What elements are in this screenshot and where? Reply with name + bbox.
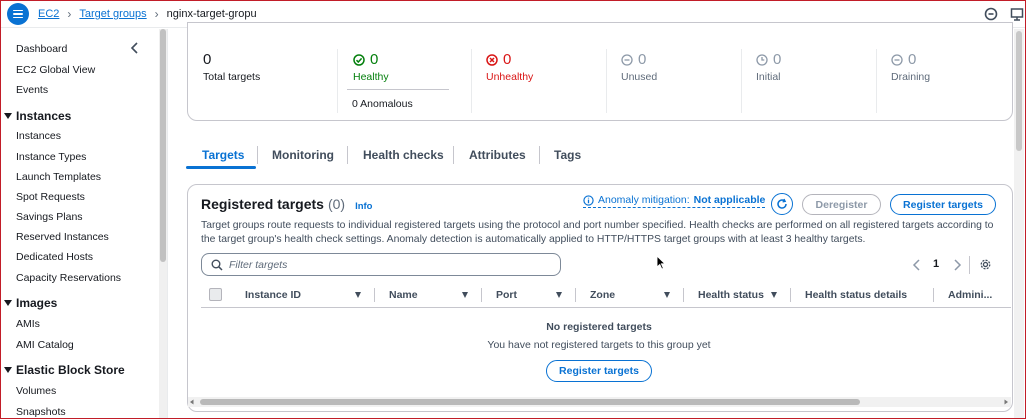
sidebar-item-spot-requests[interactable]: Spot Requests — [16, 191, 85, 203]
chevron-right-icon: › — [67, 7, 72, 21]
sidebar: Dashboard EC2 Global View Events Instanc… — [0, 29, 168, 419]
sidebar-scrollbar[interactable] — [159, 29, 167, 419]
sidebar-item-volumes[interactable]: Volumes — [16, 385, 56, 397]
sidebar-item-dedicated-hosts[interactable]: Dedicated Hosts — [16, 251, 93, 263]
menu-icon[interactable] — [7, 3, 29, 25]
sidebar-item-ami-catalog[interactable]: AMI Catalog — [16, 339, 74, 351]
sidebar-item-launch-templates[interactable]: Launch Templates — [16, 171, 101, 183]
check-circle-icon — [353, 53, 365, 66]
split-panel-icon[interactable] — [1010, 7, 1024, 21]
metric-unhealthy: 0 Unhealthy — [486, 51, 534, 83]
chevron-right-icon: › — [154, 7, 159, 21]
metric-unused: 0 Unused — [621, 51, 658, 83]
status-circle-icon[interactable] — [984, 7, 998, 21]
sort-caret-icon[interactable] — [355, 292, 361, 298]
search-icon — [211, 259, 223, 271]
empty-state-title: No registered targets — [546, 321, 652, 333]
registered-targets-description: Target groups route requests to individu… — [201, 220, 994, 245]
column-header-instance-id[interactable]: Instance ID — [245, 289, 301, 301]
main-scrollbar[interactable] — [1014, 29, 1024, 419]
minus-circle-icon — [621, 53, 633, 66]
clock-icon — [756, 53, 768, 66]
sort-caret-icon[interactable] — [556, 292, 562, 298]
section-title: Registered targets — [201, 196, 324, 212]
error-circle-icon — [486, 53, 498, 66]
pagination-prev-icon[interactable] — [912, 259, 922, 271]
target-summary-card: 0 Total targets 0 Healthy 0 Anomalous 0 … — [187, 22, 1013, 121]
chevron-left-icon[interactable] — [130, 42, 140, 54]
empty-state-register-targets-button[interactable]: Register targets — [546, 360, 652, 382]
registered-targets-header: Registered targets (0) Info — [201, 196, 372, 212]
scroll-right-icon[interactable] — [1003, 399, 1009, 405]
sidebar-item-events[interactable]: Events — [16, 84, 48, 96]
sidebar-item-global-view[interactable]: EC2 Global View — [16, 64, 95, 76]
refresh-icon — [777, 198, 787, 209]
register-targets-button[interactable]: Register targets — [890, 194, 996, 215]
sidebar-item-dashboard[interactable]: Dashboard — [16, 43, 67, 55]
breadcrumb: EC2 › Target groups › nginx-target-gropu — [38, 7, 257, 21]
caret-down-icon — [4, 113, 12, 119]
metric-initial: 0 Initial — [756, 51, 782, 83]
pagination-next-icon[interactable] — [952, 259, 962, 271]
info-link[interactable]: Info — [355, 201, 372, 212]
breadcrumb-ec2[interactable]: EC2 — [38, 8, 59, 20]
sidebar-section-instances[interactable]: Instances — [4, 109, 71, 123]
column-header-zone[interactable]: Zone — [590, 289, 615, 301]
breadcrumb-target-groups[interactable]: Target groups — [79, 8, 146, 20]
filter-targets-field[interactable] — [201, 253, 561, 276]
sort-caret-icon[interactable] — [462, 292, 468, 298]
table-scrollbar-thumb[interactable] — [200, 399, 860, 405]
pagination-current-page[interactable]: 1 — [933, 258, 939, 270]
anomaly-mitigation-link[interactable]: Anomaly mitigation: Not applicable — [583, 194, 766, 208]
sidebar-scrollbar-thumb[interactable] — [160, 29, 166, 262]
tab-targets[interactable]: Targets — [202, 148, 244, 162]
metric-healthy: 0 Healthy — [353, 51, 389, 83]
tab-tags[interactable]: Tags — [554, 148, 581, 162]
metric-draining: 0 Draining — [891, 51, 931, 83]
sidebar-item-instances[interactable]: Instances — [16, 130, 61, 142]
column-header-health-status-details[interactable]: Health status details — [805, 289, 907, 301]
info-icon — [583, 194, 594, 206]
sidebar-item-snapshots[interactable]: Snapshots — [16, 406, 66, 418]
sidebar-section-ebs[interactable]: Elastic Block Store — [4, 363, 125, 377]
gear-icon[interactable] — [979, 258, 992, 271]
mouse-cursor-icon — [656, 255, 666, 270]
column-header-administrative[interactable]: Admini... — [948, 289, 992, 301]
column-header-port[interactable]: Port — [496, 289, 517, 301]
sidebar-item-capacity-reservations[interactable]: Capacity Reservations — [16, 272, 121, 284]
caret-down-icon — [4, 300, 12, 306]
sort-caret-icon[interactable] — [664, 292, 670, 298]
sidebar-section-images[interactable]: Images — [4, 296, 57, 310]
metric-total: 0 Total targets — [203, 51, 261, 83]
scroll-left-icon[interactable] — [189, 399, 195, 405]
empty-state-description: You have not registered targets to this … — [487, 339, 711, 351]
select-all-checkbox[interactable] — [209, 288, 222, 301]
sidebar-item-instance-types[interactable]: Instance Types — [16, 151, 86, 163]
column-header-health-status[interactable]: Health status — [698, 289, 764, 301]
sidebar-item-amis[interactable]: AMIs — [16, 318, 40, 330]
main-scrollbar-thumb[interactable] — [1016, 31, 1022, 151]
caret-down-icon — [4, 367, 12, 373]
target-count: (0) — [327, 196, 346, 212]
sidebar-item-reserved-instances[interactable]: Reserved Instances — [16, 231, 109, 243]
tab-attributes[interactable]: Attributes — [469, 148, 526, 162]
column-header-name[interactable]: Name — [389, 289, 418, 301]
table-horizontal-scrollbar[interactable] — [188, 397, 1011, 407]
metric-anomalous: 0 Anomalous — [352, 98, 413, 110]
tab-health-checks[interactable]: Health checks — [363, 148, 444, 162]
breadcrumb-current: nginx-target-gropu — [166, 8, 257, 20]
refresh-button[interactable] — [771, 193, 793, 215]
filter-targets-input[interactable] — [229, 258, 529, 271]
tab-monitoring[interactable]: Monitoring — [272, 148, 334, 162]
sidebar-item-savings-plans[interactable]: Savings Plans — [16, 211, 83, 223]
deregister-button[interactable]: Deregister — [802, 194, 881, 215]
active-tab-indicator — [186, 166, 256, 169]
sort-caret-icon[interactable] — [771, 292, 777, 298]
minus-circle-icon — [891, 53, 903, 66]
